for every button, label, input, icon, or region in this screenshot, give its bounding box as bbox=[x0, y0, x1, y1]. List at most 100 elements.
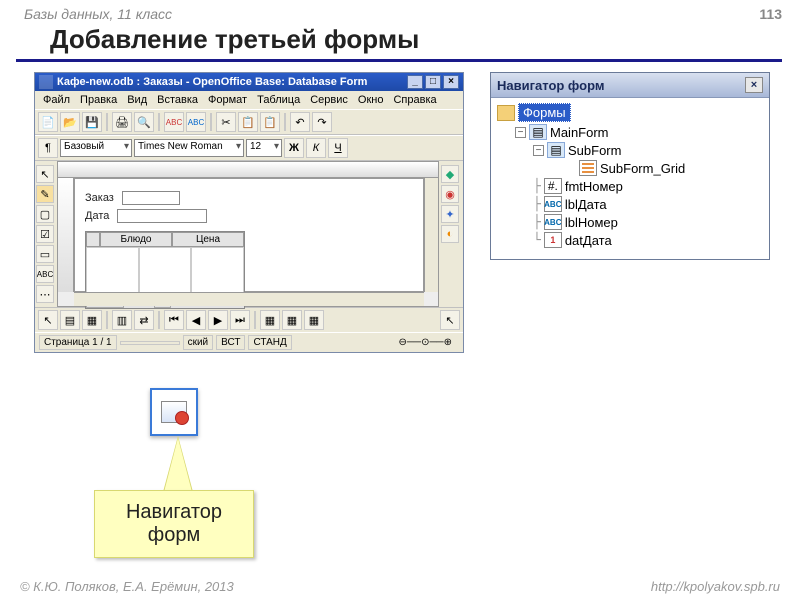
checkbox-icon[interactable]: ☑ bbox=[36, 225, 54, 243]
abc-icon[interactable]: ABC bbox=[186, 112, 206, 132]
grid-icon1[interactable]: ▦ bbox=[260, 310, 280, 330]
italic-button[interactable]: К bbox=[306, 138, 326, 158]
redo-icon[interactable]: ↷ bbox=[312, 112, 332, 132]
form-navigator-icon[interactable]: ▦ bbox=[82, 310, 102, 330]
menu-window[interactable]: Окно bbox=[354, 93, 388, 107]
navigator-icon[interactable]: ✦ bbox=[441, 205, 459, 223]
toolbar-format: ¶ Базовый Times New Roman 12 Ж К Ч bbox=[35, 135, 463, 161]
open-icon[interactable]: 📂 bbox=[60, 112, 80, 132]
window-title: Кафе-new.odb : Заказы - OpenOffice Base:… bbox=[57, 76, 367, 88]
new-icon[interactable]: 📄 bbox=[38, 112, 58, 132]
tree-dat-data[interactable]: datДата bbox=[565, 233, 612, 248]
first-icon[interactable]: ⏮ bbox=[164, 310, 184, 330]
bold-button[interactable]: Ж bbox=[284, 138, 304, 158]
window-titlebar[interactable]: Кафе-new.odb : Заказы - OpenOffice Base:… bbox=[35, 73, 463, 91]
form-icon: ▤ bbox=[547, 142, 565, 158]
callout-label: Навигатор форм bbox=[94, 490, 254, 558]
app-icon bbox=[39, 75, 53, 89]
prev-icon[interactable]: ◀ bbox=[186, 310, 206, 330]
callout-navigator-icon bbox=[150, 388, 198, 436]
form-nav-toolbar: ↖ ▤ ▦ ▥ ⇄ ⏮ ◀ ▶ ⏭ ▦ ▦ ▦ ↖ bbox=[35, 307, 463, 332]
ruler-vertical bbox=[58, 178, 74, 292]
menu-edit[interactable]: Правка bbox=[76, 93, 121, 107]
menu-format[interactable]: Формат bbox=[204, 93, 251, 107]
numeric-field-icon: #. bbox=[544, 178, 562, 194]
grid-icon bbox=[579, 160, 597, 176]
navigator-titlebar[interactable]: Навигатор форм × bbox=[491, 73, 769, 98]
vertical-scrollbar[interactable] bbox=[424, 178, 438, 292]
tree-mainform[interactable]: MainForm bbox=[550, 125, 609, 140]
footer-left: © К.Ю. Поляков, Е.А. Ерёмин, 2013 bbox=[20, 579, 234, 594]
status-lang: ский bbox=[183, 335, 214, 350]
tree-lbl-data[interactable]: lblДата bbox=[565, 197, 607, 212]
styles-icon[interactable]: ¶ bbox=[38, 138, 58, 158]
pointer-icon[interactable]: ↖ bbox=[36, 165, 54, 183]
abc-label-icon[interactable]: ABC bbox=[36, 265, 54, 283]
input-order[interactable] bbox=[122, 191, 180, 205]
spellcheck-icon[interactable]: ABC bbox=[164, 112, 184, 132]
preview-icon[interactable]: 🔍 bbox=[134, 112, 154, 132]
add-field-icon[interactable]: ▥ bbox=[112, 310, 132, 330]
tree-lbl-nomer[interactable]: lblНомер bbox=[565, 215, 618, 230]
menu-table[interactable]: Таблица bbox=[253, 93, 304, 107]
tree-connector: └ bbox=[533, 233, 541, 248]
style-combo[interactable]: Базовый bbox=[60, 139, 132, 157]
status-ins[interactable]: ВСТ bbox=[216, 335, 245, 350]
paste-icon[interactable]: 📋 bbox=[260, 112, 280, 132]
print-icon[interactable]: 🖨 bbox=[112, 112, 132, 132]
last-icon[interactable]: ⏭ bbox=[230, 310, 250, 330]
status-page: Страница 1 / 1 bbox=[39, 335, 117, 350]
undo-icon[interactable]: ↶ bbox=[290, 112, 310, 132]
control-icon[interactable]: ▢ bbox=[36, 205, 54, 223]
save-icon[interactable]: 💾 bbox=[82, 112, 102, 132]
input-date[interactable] bbox=[117, 209, 207, 223]
form-props-icon[interactable]: ▤ bbox=[60, 310, 80, 330]
date-field-icon: 1 bbox=[544, 232, 562, 248]
horizontal-scrollbar[interactable] bbox=[74, 292, 424, 306]
navigator-title: Навигатор форм bbox=[497, 78, 604, 93]
navigator-close-button[interactable]: × bbox=[745, 77, 763, 93]
gallery-icon[interactable]: ◆ bbox=[441, 165, 459, 183]
next-icon[interactable]: ▶ bbox=[208, 310, 228, 330]
pointer2-icon[interactable]: ↖ bbox=[38, 310, 58, 330]
toggle-mainform[interactable]: − bbox=[515, 127, 526, 138]
status-mode[interactable]: СТАНД bbox=[248, 335, 291, 350]
tree-subform-grid[interactable]: SubForm_Grid bbox=[600, 161, 685, 176]
size-combo[interactable]: 12 bbox=[246, 139, 282, 157]
menu-tools[interactable]: Сервис bbox=[306, 93, 352, 107]
more-controls-icon[interactable]: ⋯ bbox=[36, 285, 54, 303]
grid-icon3[interactable]: ▦ bbox=[304, 310, 324, 330]
design-mode-icon[interactable]: ✎ bbox=[36, 185, 54, 203]
styles-pane-icon[interactable]: ◐ bbox=[441, 225, 459, 243]
maximize-button[interactable]: □ bbox=[425, 75, 441, 89]
menu-view[interactable]: Вид bbox=[123, 93, 151, 107]
close-button[interactable]: × bbox=[443, 75, 459, 89]
underline-button[interactable]: Ч bbox=[328, 138, 348, 158]
form-canvas[interactable]: Заказ Дата Блюдо Цена bbox=[74, 178, 424, 292]
tree-root[interactable]: Формы bbox=[518, 103, 571, 122]
data-sources-icon[interactable]: ◉ bbox=[441, 185, 459, 203]
tree-subform[interactable]: SubForm bbox=[568, 143, 621, 158]
menu-bar[interactable]: Файл Правка Вид Вставка Формат Таблица С… bbox=[35, 91, 463, 109]
navigator-tree[interactable]: Формы − ▤ MainForm − ▤ SubForm SubForm_G… bbox=[491, 98, 769, 259]
left-toolbar: ↖ ✎ ▢ ☑ ▭ ABC ⋯ bbox=[35, 161, 57, 307]
grid-icon2[interactable]: ▦ bbox=[282, 310, 302, 330]
menu-file[interactable]: Файл bbox=[39, 93, 74, 107]
tree-fmt-nomer[interactable]: fmtНомер bbox=[565, 179, 623, 194]
menu-insert[interactable]: Вставка bbox=[153, 93, 202, 107]
menu-help[interactable]: Справка bbox=[389, 93, 440, 107]
row-selector[interactable] bbox=[86, 232, 100, 247]
ruler-horizontal bbox=[58, 162, 438, 178]
font-combo[interactable]: Times New Roman bbox=[134, 139, 244, 157]
cut-icon[interactable]: ✂ bbox=[216, 112, 236, 132]
page-number: 113 bbox=[759, 6, 782, 22]
toggle-subform[interactable]: − bbox=[533, 145, 544, 156]
minimize-button[interactable]: _ bbox=[407, 75, 423, 89]
tab-order-icon[interactable]: ⇄ bbox=[134, 310, 154, 330]
right-toolbar: ◆ ◉ ✦ ◐ bbox=[439, 161, 463, 307]
copy-icon[interactable]: 📋 bbox=[238, 112, 258, 132]
col-dish[interactable]: Блюдо bbox=[100, 232, 172, 247]
guides-icon[interactable]: ↖ bbox=[440, 310, 460, 330]
textfield-icon[interactable]: ▭ bbox=[36, 245, 54, 263]
col-price[interactable]: Цена bbox=[172, 232, 244, 247]
